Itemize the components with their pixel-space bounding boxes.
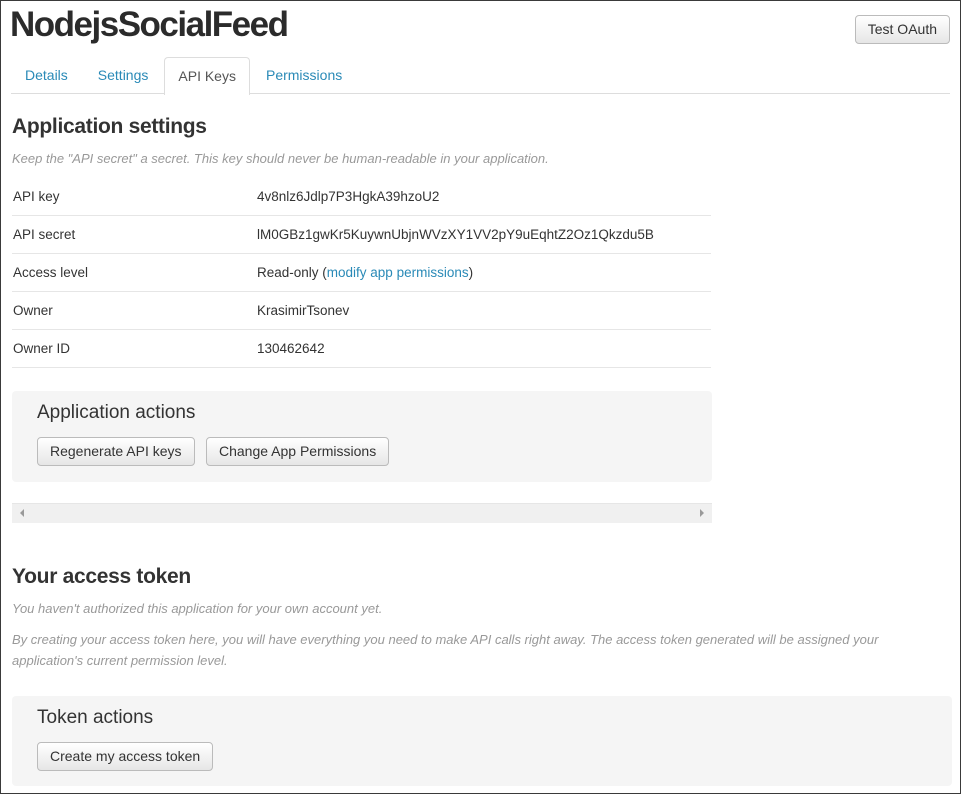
tab-details[interactable]: Details (11, 56, 82, 93)
app-title: NodejsSocialFeed (10, 5, 289, 44)
api-secret-value: lM0GBz1gwKr5KuywnUbjnWVzXY1VV2pY9uEqhtZ2… (257, 227, 654, 242)
tab-permissions[interactable]: Permissions (252, 56, 356, 93)
application-actions-title: Application actions (37, 402, 196, 423)
settings-table: API key 4v8nlz6Jdlp7P3HgkA39hzoU2 API se… (12, 178, 711, 368)
table-row: Owner ID 130462642 (12, 330, 711, 368)
api-key-value: 4v8nlz6Jdlp7P3HgkA39hzoU2 (257, 189, 440, 204)
token-actions-title: Token actions (37, 707, 154, 728)
regenerate-api-keys-button[interactable]: Regenerate API keys (37, 437, 195, 466)
horizontal-scrollbar[interactable] (12, 503, 712, 523)
access-token-heading: Your access token (12, 565, 191, 588)
test-oauth-button[interactable]: Test OAuth (854, 15, 950, 44)
api-secret-hint: Keep the "API secret" a secret. This key… (12, 151, 549, 166)
access-level-suffix: ) (468, 265, 474, 280)
owner-id-label: Owner ID (13, 341, 71, 356)
access-token-hint: You haven't authorized this application … (12, 601, 383, 616)
application-actions-panel: Application actions Regenerate API keys … (12, 391, 712, 482)
application-settings-heading: Application settings (12, 115, 207, 138)
change-app-permissions-button[interactable]: Change App Permissions (206, 437, 390, 466)
table-row: Owner KrasimirTsonev (12, 292, 711, 330)
table-row: API secret lM0GBz1gwKr5KuywnUbjnWVzXY1VV… (12, 216, 711, 254)
scroll-left-arrow-icon[interactable] (20, 509, 24, 517)
access-level-value: Read-only (modify app permissions) (257, 265, 711, 280)
access-level-label: Access level (13, 265, 89, 280)
tab-api-keys[interactable]: API Keys (164, 57, 250, 95)
api-secret-label: API secret (13, 227, 76, 242)
owner-id-value: 130462642 (257, 341, 325, 356)
tab-settings[interactable]: Settings (84, 56, 163, 93)
create-access-token-button[interactable]: Create my access token (37, 742, 214, 771)
access-token-description: By creating your access token here, you … (12, 632, 879, 668)
modify-app-permissions-link[interactable]: modify app permissions (327, 265, 469, 280)
scroll-right-arrow-icon[interactable] (700, 509, 704, 517)
access-level-prefix: Read-only ( (257, 265, 327, 280)
token-actions-panel: Token actions Create my access token (12, 696, 952, 786)
table-row: Access level Read-only (modify app permi… (12, 254, 711, 292)
api-key-label: API key (13, 189, 60, 204)
owner-value: KrasimirTsonev (257, 303, 350, 318)
owner-label: Owner (13, 303, 53, 318)
tab-bar: Details Settings API Keys Permissions (11, 56, 950, 95)
table-row: API key 4v8nlz6Jdlp7P3HgkA39hzoU2 (12, 178, 711, 216)
